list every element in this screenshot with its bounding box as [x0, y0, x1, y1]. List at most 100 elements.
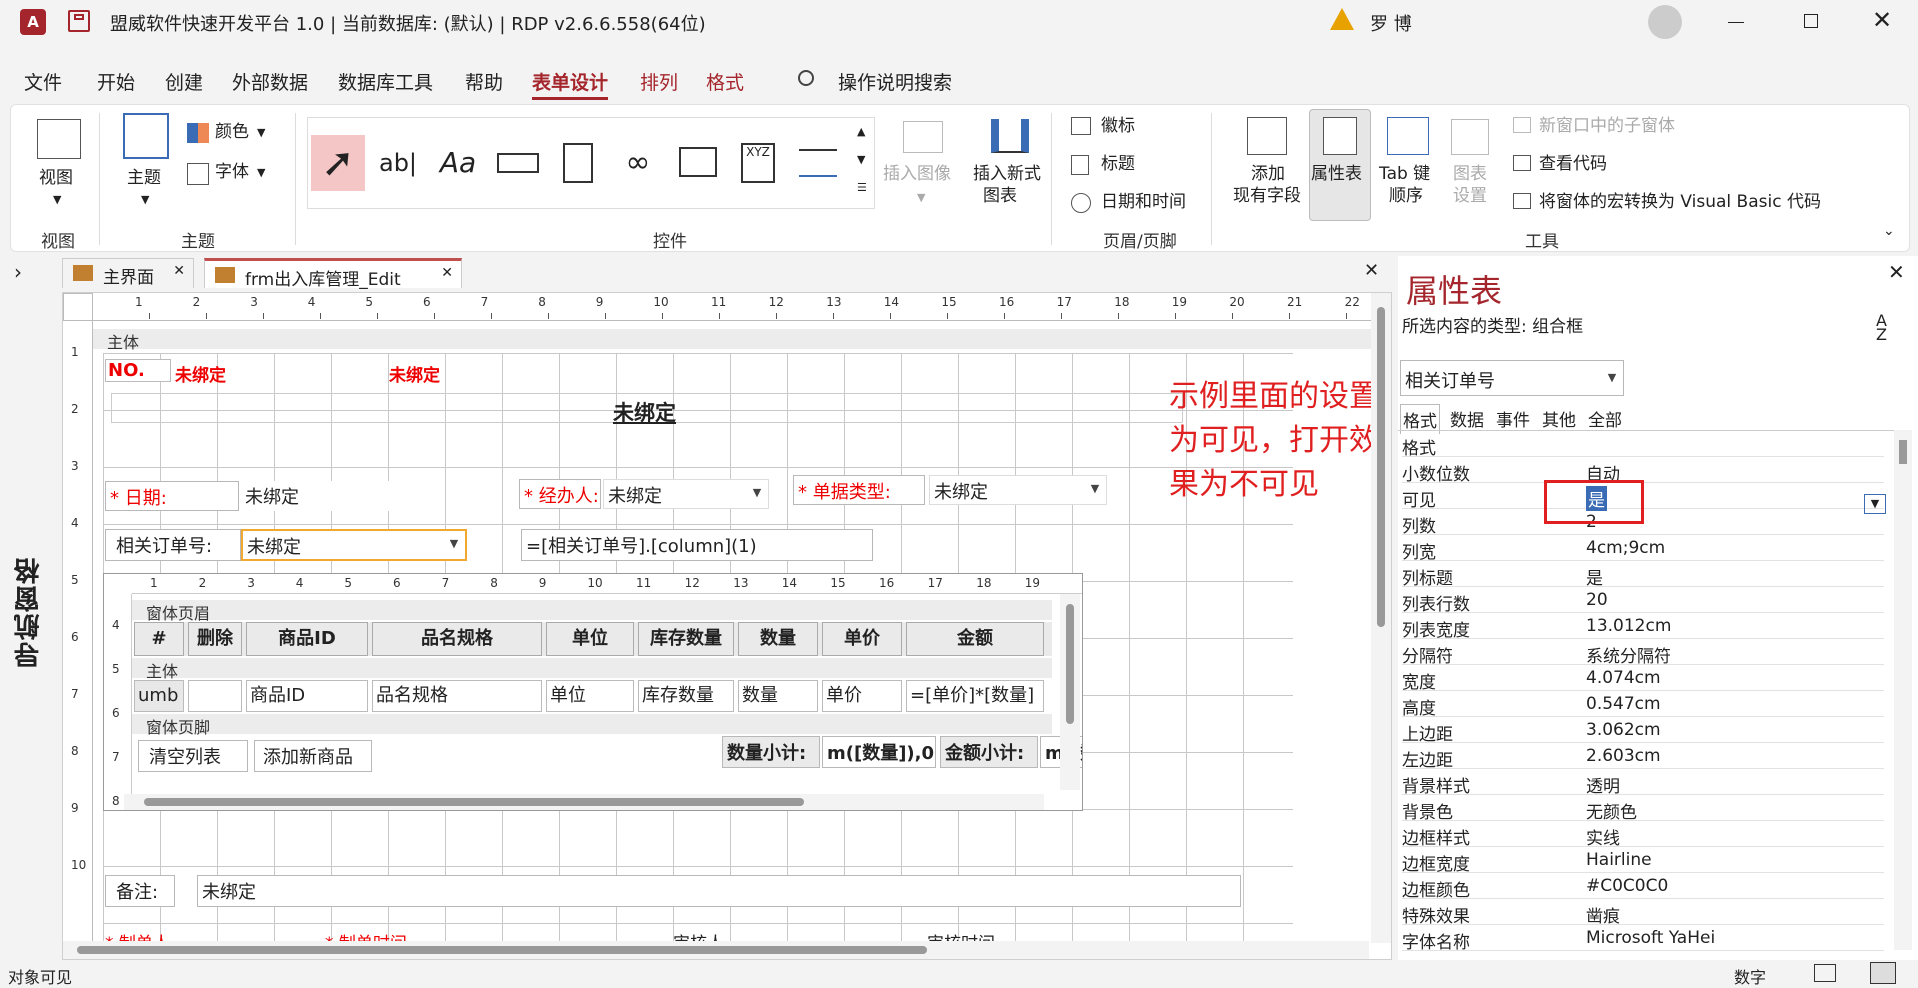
remark-label[interactable]: 备注: — [105, 875, 175, 907]
logo-icon[interactable] — [1071, 117, 1091, 135]
insert-chart-button[interactable]: 插入新式 — [973, 163, 1041, 185]
subform-field[interactable]: 单价 — [822, 680, 902, 712]
property-row[interactable]: 宽度 4.074cm — [1402, 665, 1884, 693]
subform-detail-bar[interactable]: 主体 — [132, 658, 1052, 681]
property-row[interactable]: 列表宽度 13.012cm — [1402, 613, 1884, 641]
button-control-button[interactable] — [491, 135, 545, 191]
tab-data[interactable]: 数据 — [1448, 404, 1486, 433]
chart-settings-button[interactable]: 图表 — [1453, 163, 1487, 185]
property-row[interactable]: 分隔符 系统分隔符 — [1402, 639, 1884, 667]
dropdown-arrow-icon[interactable]: ▼ — [1603, 368, 1621, 388]
logo-button[interactable]: 徽标 — [1101, 115, 1135, 137]
close-property-sheet-icon[interactable]: ✕ — [1888, 260, 1905, 284]
user-name[interactable]: 罗 博 — [1370, 10, 1412, 36]
subform-container[interactable]: 1 2 3 4 5 6 7 8 9 10 11 12 13 14 15 16 17 18 19 45678 窗体页眉… — [103, 573, 1083, 811]
insert-image-icon[interactable] — [903, 121, 943, 153]
subform-field[interactable]: 库存数量 — [638, 680, 734, 712]
property-row[interactable]: 列标题 是 — [1402, 561, 1884, 589]
subform-field[interactable]: 商品ID — [246, 680, 368, 712]
colors-icon[interactable] — [187, 123, 209, 143]
add-existing-fields-line2[interactable]: 现有字段 — [1233, 185, 1301, 207]
property-value[interactable]: 4cm;9cm — [1586, 538, 1665, 558]
property-row[interactable]: 左边距 2.603cm — [1402, 743, 1884, 771]
theme-button[interactable]: 主题 — [127, 167, 161, 189]
barcode-field[interactable]: 未绑定 — [389, 361, 440, 386]
option-group-control-button[interactable] — [791, 135, 845, 191]
convert-macros-icon[interactable] — [1513, 193, 1531, 209]
tab-all[interactable]: 全部 — [1586, 404, 1624, 433]
handler-label[interactable]: * 经办人: — [519, 479, 601, 509]
gallery-scroll-down-icon[interactable]: ▼ — [857, 153, 865, 166]
qty-subtotal-label[interactable]: 数量小计: — [722, 736, 820, 768]
property-value[interactable]: 2.603cm — [1586, 746, 1661, 766]
property-value[interactable]: 是 — [1586, 564, 1603, 589]
property-row[interactable]: 特殊效果 凿痕 — [1402, 899, 1884, 927]
property-row[interactable]: 边框宽度 Hairline — [1402, 847, 1884, 875]
qty-subtotal-field[interactable]: m([数量]),0) — [822, 736, 936, 768]
tab-control-button[interactable] — [551, 135, 605, 191]
formula-textbox[interactable]: =[相关订单号].[column](1) — [521, 529, 873, 561]
handler-field[interactable]: 未绑定 ▼ — [603, 479, 769, 509]
insert-chart-icon[interactable] — [991, 119, 1029, 153]
subform-column-header[interactable]: # — [134, 622, 184, 656]
property-value[interactable]: 无颜色 — [1586, 798, 1637, 823]
menu-file[interactable]: 文件 — [24, 68, 62, 95]
property-row[interactable]: 字体名称 Microsoft YaHei — [1402, 925, 1884, 953]
subform-header-bar[interactable]: 窗体页眉 — [132, 600, 1052, 623]
menu-external-data[interactable]: 外部数据 — [232, 68, 308, 95]
design-hscroll[interactable] — [63, 941, 1369, 959]
property-value[interactable]: 实线 — [1586, 824, 1620, 849]
colors-dropdown-icon[interactable]: ▼ — [257, 122, 265, 144]
related-order-label[interactable]: 相关订单号: — [105, 529, 241, 561]
view-dropdown-icon[interactable]: ▼ — [53, 189, 61, 211]
expand-nav-icon[interactable]: › — [14, 260, 22, 284]
related-order-combo[interactable]: 未绑定 ▼ — [241, 529, 467, 561]
close-document-icon[interactable]: ✕ — [1364, 260, 1379, 281]
warning-icon[interactable] — [1330, 8, 1354, 30]
property-value[interactable]: Microsoft YaHei — [1586, 928, 1715, 948]
form-title[interactable]: 未绑定 — [613, 397, 676, 427]
tab-order-line2[interactable]: 顺序 — [1389, 185, 1423, 207]
property-vscroll[interactable] — [1894, 430, 1912, 950]
property-value[interactable]: 透明 — [1586, 772, 1620, 797]
navigation-pane[interactable]: › 导航窗格 — [0, 256, 50, 960]
subform-column-header[interactable]: 单价 — [822, 622, 902, 656]
chart-settings-icon[interactable] — [1451, 119, 1489, 155]
insert-chart-button-line2[interactable]: 图表 — [983, 185, 1017, 207]
menu-arrange[interactable]: 排列 — [640, 68, 678, 95]
amount-subtotal-label[interactable]: 金额小计: — [940, 736, 1038, 768]
tab-main-ui[interactable]: 主界面 ✕ — [62, 258, 194, 288]
dropdown-arrow-icon[interactable]: ▼ — [1086, 479, 1104, 499]
tab-event[interactable]: 事件 — [1494, 404, 1532, 433]
property-value[interactable]: 13.012cm — [1586, 616, 1671, 636]
view-code-button[interactable]: 查看代码 — [1539, 153, 1607, 175]
add-existing-fields-icon[interactable] — [1247, 117, 1287, 155]
subform-column-header[interactable]: 商品ID — [246, 622, 368, 656]
menu-form-design[interactable]: 表单设计 — [532, 68, 609, 100]
subform-column-header[interactable]: 单位 — [546, 622, 634, 656]
nav-pane-label[interactable]: 导航窗格 — [10, 556, 47, 668]
property-row[interactable]: 高度 0.547cm — [1402, 691, 1884, 719]
subform-column-header[interactable]: 数量 — [738, 622, 818, 656]
date-label[interactable]: * 日期: — [105, 481, 239, 511]
property-row[interactable]: 列宽 4cm;9cm — [1402, 535, 1884, 563]
property-value[interactable]: 系统分隔符 — [1586, 642, 1671, 667]
design-view-icon[interactable] — [1870, 962, 1896, 984]
property-value[interactable]: 凿痕 — [1586, 902, 1620, 927]
menu-help[interactable]: 帮助 — [465, 68, 503, 95]
clear-list-button[interactable]: 清空列表 — [138, 740, 248, 772]
property-value[interactable]: Hairline — [1586, 850, 1652, 870]
add-product-button[interactable]: 添加新商品 — [254, 740, 372, 772]
select-pointer-button[interactable]: ➚ — [311, 135, 365, 191]
dropdown-arrow-icon[interactable]: ▼ — [748, 483, 766, 503]
detail-section-bar[interactable]: 主体 — [93, 329, 1391, 352]
fonts-icon[interactable] — [187, 163, 209, 185]
selection-dropdown[interactable]: 相关订单号 ▼ — [1400, 360, 1624, 396]
add-existing-fields-button[interactable]: 添加 — [1251, 163, 1285, 185]
tab-order-button[interactable]: Tab 键 — [1379, 163, 1430, 185]
fonts-button[interactable]: 字体 — [215, 161, 249, 183]
navigation-control-button[interactable]: XYZ — [731, 135, 785, 191]
subform-field[interactable] — [188, 680, 242, 712]
form-design-surface[interactable]: 1 2 3 4 5 6 7 8 9 10 11 12 13 14 15 16 17 18 19 20 21 22 1234… — [62, 292, 1392, 960]
property-value[interactable]: 20 — [1586, 590, 1608, 610]
